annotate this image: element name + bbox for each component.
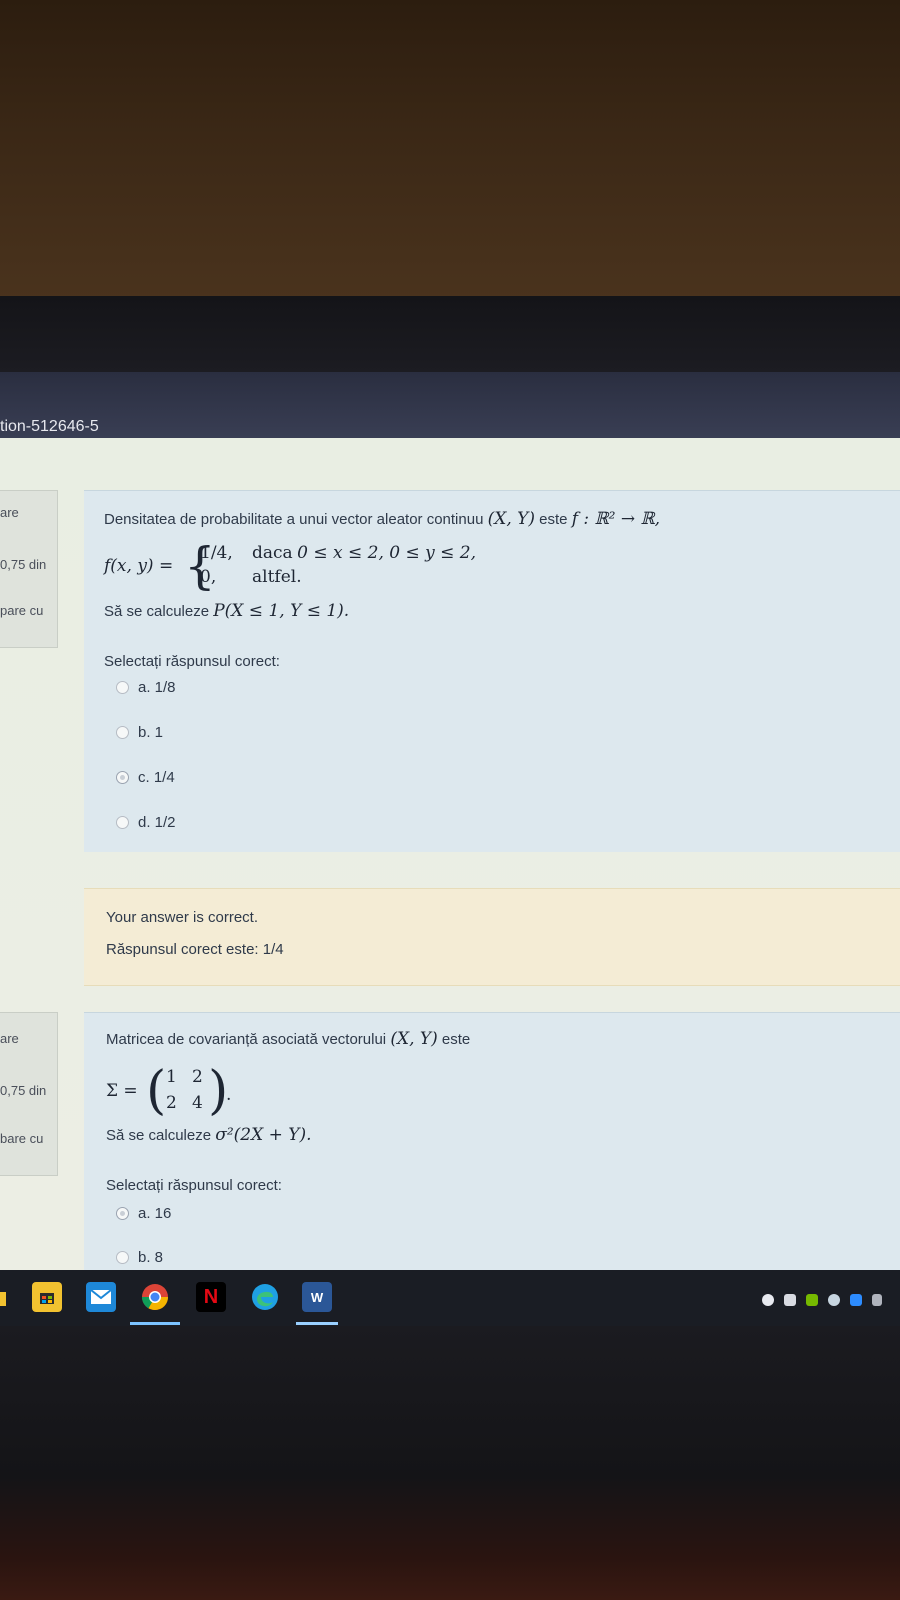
edge-icon[interactable] <box>250 1282 280 1312</box>
question-1-panel: Densitatea de probabilitate a unui vecto… <box>84 490 900 852</box>
option-b-radio[interactable] <box>116 726 129 739</box>
info-flag: pare cu <box>0 603 44 618</box>
question-2-prompt: Selectați răspunsul corect: <box>106 1177 282 1194</box>
info-mark: 0,75 din <box>0 557 47 572</box>
matrix-cell-2-2: 4 <box>192 1093 203 1113</box>
matrix-period: . <box>226 1085 232 1105</box>
feedback-result: Your answer is correct. <box>106 909 259 926</box>
option-b-label[interactable]: b. 8 <box>138 1249 163 1266</box>
zoom-tray-icon[interactable] <box>850 1294 862 1306</box>
mail-icon[interactable] <box>86 1282 116 1312</box>
laptop-bezel-bottom <box>0 1326 900 1600</box>
option-a-label[interactable]: a. 1/8 <box>138 679 176 696</box>
question-2-intro: Matricea de covarianță asociată vectorul… <box>106 1031 387 1048</box>
matrix-cell-2-1: 2 <box>166 1093 177 1113</box>
matrix-cell-1-1: 1 <box>166 1067 177 1087</box>
info-status: are <box>0 1031 19 1046</box>
question-2-panel: Matricea de covarianță asociată vectorul… <box>84 1012 900 1270</box>
info-flag: bare cu <box>0 1131 44 1146</box>
option-a-radio[interactable] <box>116 1207 129 1220</box>
option-c-label[interactable]: c. 1/4 <box>138 769 175 786</box>
windows-taskbar: N W <box>0 1270 900 1326</box>
question-1-task-line: Să se calculeze P(X ≤ 1, Y ≤ 1). <box>104 601 349 621</box>
netflix-icon[interactable]: N <box>196 1282 226 1312</box>
cloud-tray-icon[interactable] <box>762 1294 774 1306</box>
feedback-correct-answer: Răspunsul corect este: 1/4 <box>106 941 284 958</box>
question-2-intro-line: Matricea de covarianță asociată vectorul… <box>106 1029 470 1049</box>
nvidia-tray-icon[interactable] <box>806 1294 818 1306</box>
netflix-letter: N <box>203 1285 219 1308</box>
chrome-active-indicator <box>130 1322 180 1325</box>
question-2-vector: (X, Y) <box>390 1029 438 1049</box>
question-2-task-expression: σ²(2X + Y). <box>215 1125 312 1145</box>
info-mark: 0,75 din <box>0 1083 47 1098</box>
question-2-este: este <box>441 1031 471 1048</box>
option-d-radio[interactable] <box>116 816 129 829</box>
question-1-vector: (X, Y) <box>487 509 535 529</box>
option-a-label[interactable]: a. 16 <box>138 1205 171 1222</box>
question-1-prompt: Selectați răspunsul corect: <box>104 653 280 670</box>
browser-title-bar <box>0 372 900 442</box>
word-letter: W <box>310 1289 324 1305</box>
case-2-value: 0, <box>200 567 217 587</box>
word-active-indicator <box>296 1322 338 1325</box>
density-function-label: f(x, y) = <box>104 556 174 576</box>
case-2-condition: altfel. <box>252 567 302 587</box>
matrix-left-paren: ( <box>146 1061 167 1121</box>
question-1-info: are 0,75 din pare cu <box>0 490 58 648</box>
question-1-task-expression: P(X ≤ 1, Y ≤ 1). <box>213 601 350 621</box>
store-icon[interactable] <box>32 1282 62 1312</box>
case-1-value: 1/4, <box>200 543 233 563</box>
browser-tab-title[interactable]: tion-512646-5 <box>0 418 99 436</box>
question-2-task: Să se calculeze <box>106 1127 212 1144</box>
case-1-condition: 0 ≤ x ≤ 2, 0 ≤ y ≤ 2, <box>297 543 477 563</box>
word-icon[interactable]: W <box>302 1282 332 1312</box>
shield-tray-icon[interactable] <box>784 1294 796 1306</box>
option-b-label[interactable]: b. 1 <box>138 724 163 741</box>
covariance-sigma-label: Σ = <box>106 1081 138 1101</box>
question-1-este: este <box>539 511 568 528</box>
matrix-cell-1-2: 2 <box>192 1067 203 1087</box>
question-2-info: are 0,75 din bare cu <box>0 1012 58 1176</box>
case-1-condition-line: daca 0 ≤ x ≤ 2, 0 ≤ y ≤ 2, <box>252 543 476 563</box>
question-1-feedback: Your answer is correct. Răspunsul corect… <box>84 888 900 986</box>
chrome-icon[interactable] <box>140 1282 170 1312</box>
option-c-radio[interactable] <box>116 771 129 784</box>
laptop-bezel-top <box>0 296 900 635</box>
info-status: are <box>0 505 19 520</box>
question-1-mapping: f : ℝ² → ℝ, <box>571 509 661 529</box>
battery-tray-icon[interactable] <box>872 1294 882 1306</box>
question-1-intro: Densitatea de probabilitate a unui vecto… <box>104 511 484 528</box>
option-b-radio[interactable] <box>116 1251 129 1264</box>
option-a-radio[interactable] <box>116 681 129 694</box>
steam-tray-icon[interactable] <box>828 1294 840 1306</box>
taskbar-edge-marker <box>0 1292 6 1306</box>
question-1-task: Să se calculeze <box>104 603 210 620</box>
case-1-condition-word: daca <box>252 543 293 563</box>
background-wall <box>0 0 900 300</box>
question-2-task-line: Să se calculeze σ²(2X + Y). <box>106 1125 312 1145</box>
question-1-intro-line: Densitatea de probabilitate a unui vecto… <box>104 509 660 529</box>
option-d-label[interactable]: d. 1/2 <box>138 814 176 831</box>
